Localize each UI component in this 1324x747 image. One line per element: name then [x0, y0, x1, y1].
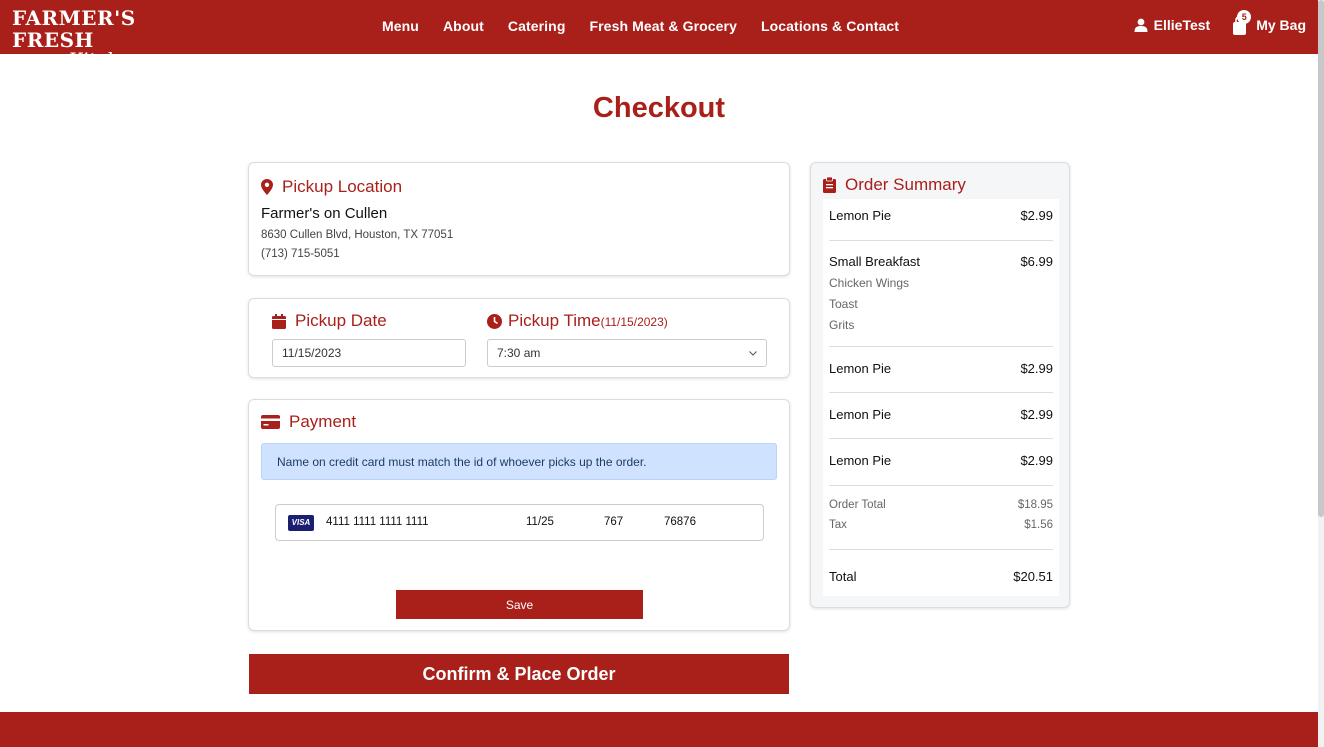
order-item: Lemon Pie $2.99 [829, 407, 1053, 422]
pickup-time-group: Pickup Time(11/15/2023) 7:30 am [487, 311, 767, 367]
visa-logo-icon: VISA [288, 515, 314, 531]
divider [829, 485, 1053, 486]
order-summary-title: Order Summary [845, 175, 966, 194]
payment-notice: Name on credit card must match the id of… [261, 443, 777, 480]
main-nav: Menu About Catering Fresh Meat & Grocery… [382, 18, 899, 34]
pickup-location-heading: Pickup Location [261, 177, 777, 197]
pickup-date-group: Pickup Date 11/15/2023 [272, 311, 466, 367]
pickup-location-card: Pickup Location Farmer's on Cullen 8630 … [248, 162, 790, 276]
pickup-time-select[interactable]: 7:30 am [487, 339, 767, 367]
pickup-time-title: Pickup Time [508, 311, 601, 330]
order-item-option: Grits [829, 318, 855, 332]
payment-heading: Payment [261, 412, 777, 432]
map-pin-icon [261, 179, 273, 195]
order-item-name: Small Breakfast [829, 254, 921, 269]
brand-line-1: FARMER'S FRESH [12, 6, 136, 52]
pickup-time-value: 7:30 am [497, 346, 541, 360]
payment-card: Payment Name on credit card must match t… [248, 399, 790, 631]
pickup-time-date-note: (11/15/2023) [600, 315, 668, 329]
order-summary-card: Order Summary Lemon Pie $2.99 Small Brea… [810, 162, 1070, 608]
grand-total-label: Total [829, 569, 857, 584]
pickup-date-heading: Pickup Date [272, 311, 466, 331]
saved-card-row[interactable]: VISA 4111 1111 1111 1111 11/25 767 76876 [275, 504, 764, 541]
divider [829, 392, 1053, 393]
calendar-icon [272, 313, 286, 329]
brand-logo[interactable]: FARMER'S FRESH Kitchen [12, 6, 202, 70]
nav-link-grocery[interactable]: Fresh Meat & Grocery [589, 18, 737, 34]
order-item-price: $2.99 [1020, 208, 1053, 223]
order-item-option: Chicken Wings [829, 276, 910, 290]
nav-right: EllieTest 5 My Bag [1134, 10, 1306, 36]
page-footer [0, 712, 1318, 747]
card-cvv: 767 [604, 516, 624, 528]
card-expiry: 11/25 [526, 516, 554, 528]
pickup-time-heading: Pickup Time(11/15/2023) [487, 311, 767, 331]
grand-total-value: $20.51 [1013, 569, 1053, 584]
bag-button[interactable]: 5 My Bag [1232, 10, 1306, 36]
order-item-price: $6.99 [1020, 254, 1053, 269]
order-total-value: $18.95 [1017, 499, 1053, 511]
divider [829, 438, 1053, 439]
order-total-label: Order Total [829, 499, 886, 511]
pickup-location-title: Pickup Location [282, 177, 403, 196]
order-item: Lemon Pie $2.99 [829, 361, 1053, 376]
bag-label: My Bag [1256, 17, 1306, 33]
order-item-name: Lemon Pie [829, 407, 892, 422]
confirm-place-order-button[interactable]: Confirm & Place Order [249, 654, 789, 694]
pickup-datetime-card: Pickup Date 11/15/2023 Pickup Time(11/15… [248, 298, 790, 378]
card-zip: 76876 [664, 516, 696, 528]
page-title: Checkout [592, 92, 726, 124]
pickup-date-input[interactable]: 11/15/2023 [272, 339, 466, 367]
pickup-date-value: 11/15/2023 [282, 346, 342, 360]
nav-link-menu[interactable]: Menu [382, 18, 419, 34]
location-name: Farmer's on Cullen [261, 205, 388, 222]
payment-title: Payment [289, 412, 357, 431]
page-scrollbar-thumb[interactable] [1318, 0, 1324, 517]
divider [829, 549, 1053, 550]
tax-value: $1.56 [1024, 519, 1053, 531]
clipboard-icon [823, 177, 836, 193]
location-address: 8630 Cullen Blvd, Houston, TX 77051 [261, 229, 454, 241]
brand-line-2: Kitchen [68, 49, 143, 71]
order-item-name: Lemon Pie [829, 208, 892, 223]
divider [829, 346, 1053, 347]
order-item-name: Lemon Pie [829, 361, 892, 376]
order-item-option: Toast [829, 297, 858, 311]
bag-count-badge: 5 [1237, 10, 1252, 24]
bag-icon: 5 [1232, 10, 1252, 36]
order-item-name: Lemon Pie [829, 453, 892, 468]
card-number: 4111 1111 1111 1111 [326, 516, 429, 528]
location-phone: (713) 715-5051 [261, 248, 340, 260]
tax-label: Tax [829, 519, 847, 531]
order-summary-heading: Order Summary [823, 175, 1057, 195]
grand-total-line: Total $20.51 [829, 569, 1053, 584]
order-item: Lemon Pie $2.99 [829, 453, 1053, 468]
chevron-down-icon [749, 350, 757, 356]
user-menu[interactable]: EllieTest [1134, 17, 1211, 33]
tax-line: Tax $1.56 [829, 519, 1053, 531]
user-icon [1134, 18, 1148, 32]
save-payment-button[interactable]: Save [396, 590, 643, 619]
order-items-list: Lemon Pie $2.99 Small Breakfast $6.99 Ch… [823, 199, 1059, 596]
divider [829, 240, 1053, 241]
order-item: Lemon Pie $2.99 [829, 208, 1053, 223]
order-total-line: Order Total $18.95 [829, 499, 1053, 511]
nav-link-locations[interactable]: Locations & Contact [761, 18, 899, 34]
order-item: Small Breakfast $6.99 Chicken Wings Toas… [829, 254, 1053, 332]
nav-link-catering[interactable]: Catering [508, 18, 566, 34]
order-item-price: $2.99 [1020, 453, 1053, 468]
order-item-price: $2.99 [1020, 407, 1053, 422]
credit-card-icon [261, 415, 280, 429]
top-navbar: FARMER'S FRESH Kitchen Menu About Cateri… [0, 0, 1318, 70]
order-item-price: $2.99 [1020, 361, 1053, 376]
user-name: EllieTest [1153, 17, 1211, 33]
nav-link-about[interactable]: About [443, 18, 484, 34]
clock-icon [487, 313, 502, 329]
pickup-date-title: Pickup Date [295, 311, 387, 330]
